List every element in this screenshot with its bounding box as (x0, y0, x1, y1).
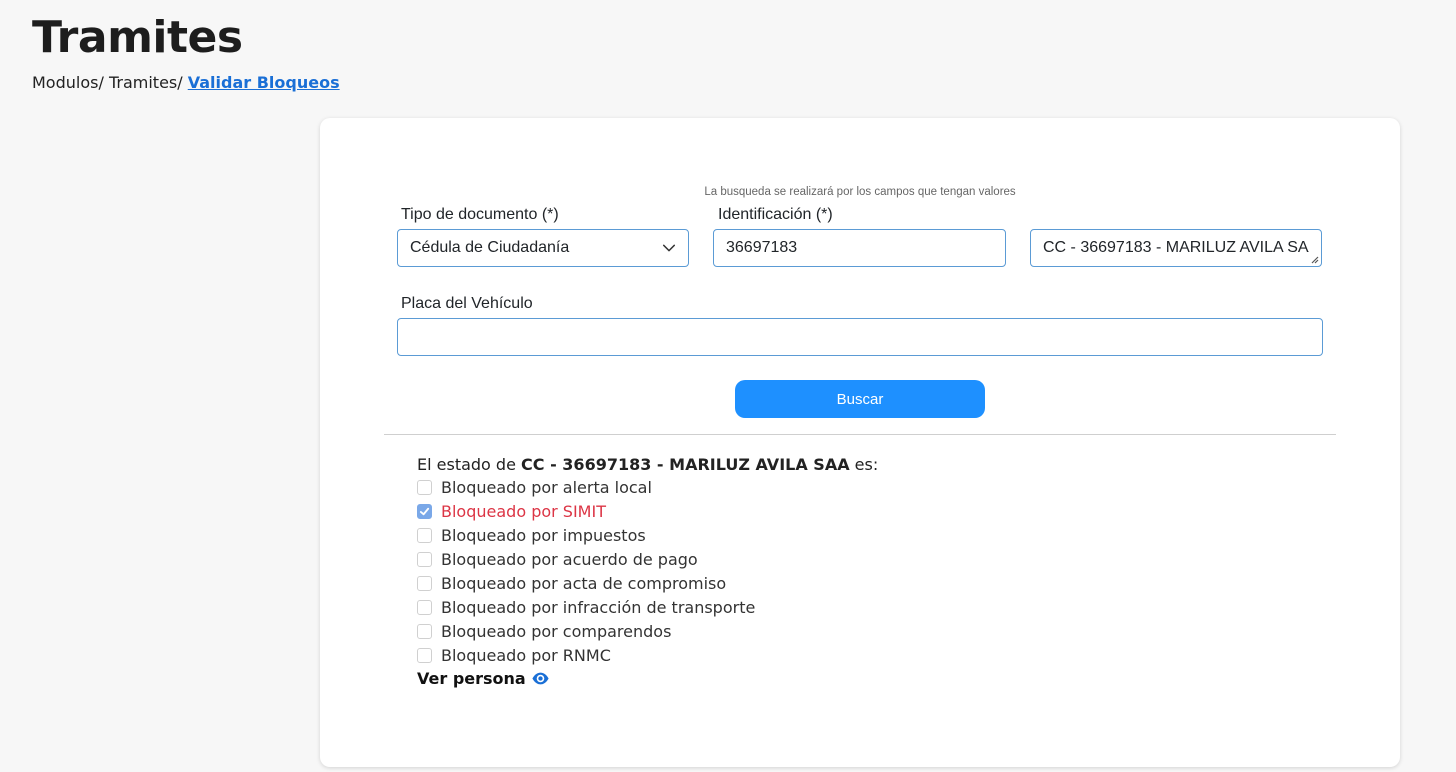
check-label: Bloqueado por impuestos (441, 525, 646, 545)
check-label: Bloqueado por acuerdo de pago (441, 549, 698, 569)
chevron-down-icon (662, 244, 676, 252)
check-label: Bloqueado por acta de compromiso (441, 573, 727, 593)
divider (384, 434, 1336, 435)
checkbox[interactable] (417, 575, 432, 591)
check-label: Bloqueado por RNMC (441, 645, 611, 665)
check-label: Bloqueado por SIMIT (441, 501, 606, 521)
search-card: La busqueda se realizará por los campos … (320, 118, 1400, 767)
checkbox[interactable] (417, 647, 432, 663)
status-person: CC - 36697183 - MARILUZ AVILA SAA (521, 455, 850, 474)
check-alerta-local[interactable]: Bloqueado por alerta local (417, 475, 755, 499)
view-person-label: Ver persona (417, 669, 526, 688)
breadcrumb-modulos: Modulos/ (32, 73, 104, 92)
doc-type-label: Tipo de documento (*) (401, 206, 559, 223)
status-prefix: El estado de (417, 455, 516, 474)
check-rnmc[interactable]: Bloqueado por RNMC (417, 643, 755, 667)
checkbox[interactable] (417, 599, 432, 615)
view-person-link[interactable]: Ver persona (417, 669, 550, 688)
breadcrumb-validar-bloqueos-link[interactable]: Validar Bloqueos (188, 73, 340, 92)
doc-type-value: Cédula de Ciudadanía (410, 239, 570, 256)
resize-handle-icon[interactable] (1309, 254, 1319, 264)
checkbox[interactable] (417, 551, 432, 567)
plate-input[interactable] (397, 318, 1323, 356)
check-acta-compromiso[interactable]: Bloqueado por acta de compromiso (417, 571, 755, 595)
status-line: El estado de CC - 36697183 - MARILUZ AVI… (417, 455, 878, 474)
breadcrumb-tramites: Tramites/ (108, 73, 183, 92)
search-hint: La busqueda se realizará por los campos … (704, 186, 1016, 198)
checkbox[interactable] (417, 503, 432, 519)
eye-icon[interactable] (531, 669, 550, 688)
search-button[interactable]: Buscar (735, 380, 985, 418)
identification-value: 36697183 (726, 239, 798, 256)
identification-input[interactable]: 36697183 (713, 229, 1006, 267)
block-checklist: Bloqueado por alerta local Bloqueado por… (417, 475, 755, 667)
check-acuerdo-pago[interactable]: Bloqueado por acuerdo de pago (417, 547, 755, 571)
checkbox[interactable] (417, 623, 432, 639)
check-impuestos[interactable]: Bloqueado por impuestos (417, 523, 755, 547)
checkbox[interactable] (417, 527, 432, 543)
person-textarea[interactable]: CC - 36697183 - MARILUZ AVILA SAA (1030, 229, 1322, 267)
checkbox[interactable] (417, 479, 432, 495)
check-label: Bloqueado por comparendos (441, 621, 672, 641)
breadcrumb: Modulos/ Tramites/ Validar Bloqueos (32, 73, 340, 92)
status-suffix: es: (854, 455, 879, 474)
check-simit[interactable]: Bloqueado por SIMIT (417, 499, 755, 523)
check-label: Bloqueado por infracción de transporte (441, 597, 756, 617)
check-label: Bloqueado por alerta local (441, 477, 652, 497)
plate-label: Placa del Vehículo (401, 295, 533, 312)
page-title: Tramites (32, 12, 243, 63)
check-infraccion-transporte[interactable]: Bloqueado por infracción de transporte (417, 595, 755, 619)
check-comparendos[interactable]: Bloqueado por comparendos (417, 619, 755, 643)
check-icon (419, 507, 430, 515)
identification-label: Identificación (*) (718, 206, 833, 223)
doc-type-select[interactable]: Cédula de Ciudadanía (397, 229, 689, 267)
person-textarea-value: CC - 36697183 - MARILUZ AVILA SAA (1043, 239, 1309, 256)
